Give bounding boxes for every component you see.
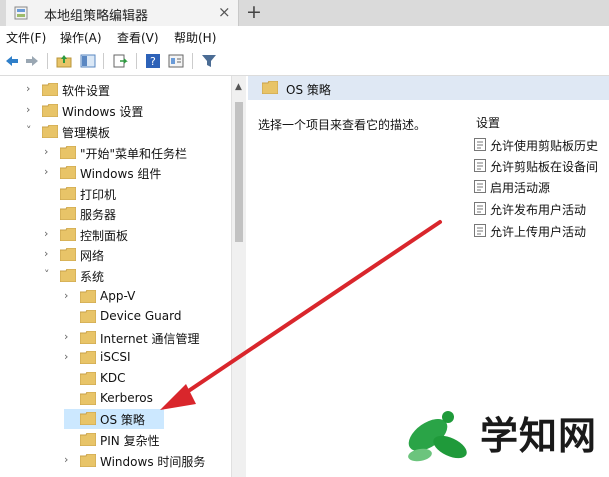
- watermark-text: 学知网: [480, 414, 598, 458]
